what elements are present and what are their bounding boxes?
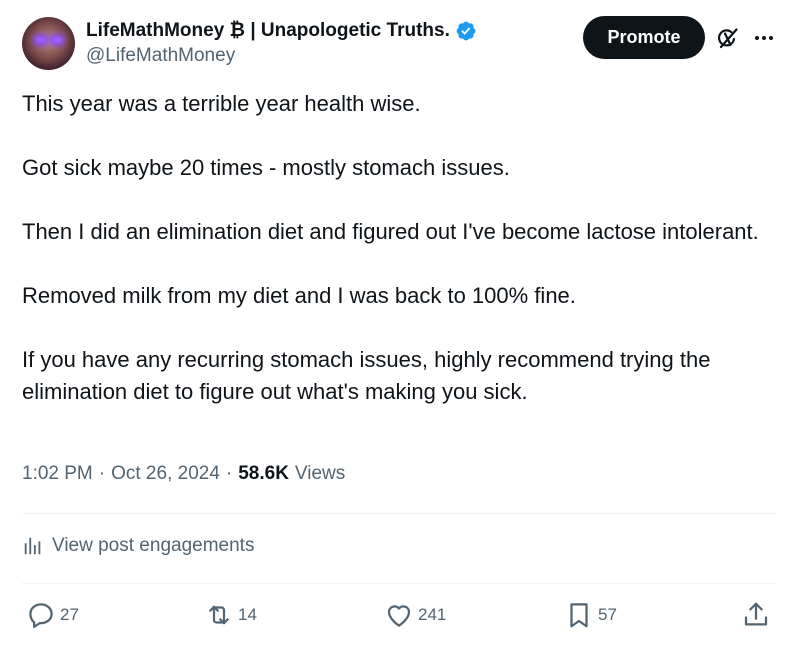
tweet-paragraph: If you have any recurring stomach issues… [22, 347, 711, 404]
views-label: Views [294, 463, 346, 484]
author-display-name[interactable]: LifeMathMoney ₿ | Unapologetic Truths. [86, 20, 450, 42]
divider [22, 513, 776, 514]
view-engagements-label: View post engagements [52, 535, 255, 556]
analytics-icon [24, 537, 41, 555]
bookmark-button[interactable]: 57 [564, 600, 617, 630]
tweet-paragraph: Got sick maybe 20 times - mostly stomach… [22, 155, 510, 180]
like-count: 241 [418, 605, 447, 624]
verified-badge-icon [456, 21, 476, 41]
tweet-paragraph: Removed milk from my diet and I was back… [22, 283, 576, 308]
promote-button[interactable]: Promote [583, 16, 705, 59]
avatar-eye [52, 37, 62, 43]
repost-count: 14 [238, 605, 257, 624]
reply-count: 27 [60, 605, 79, 624]
meta-separator: · [98, 463, 106, 484]
author-handle[interactable]: @LifeMathMoney [86, 45, 235, 67]
tweet-paragraph: This year was a terrible year health wis… [22, 91, 421, 116]
tweet-text: This year was a terrible year health wis… [22, 88, 782, 408]
tweet-time[interactable]: 1:02 PM [22, 463, 93, 485]
like-button[interactable]: 241 [384, 600, 446, 630]
repost-icon [209, 605, 229, 625]
grok-icon[interactable] [716, 26, 740, 50]
repost-button[interactable]: 14 [204, 600, 257, 630]
meta-separator: · [225, 463, 233, 484]
more-icon[interactable] [752, 26, 776, 50]
reply-icon [29, 603, 53, 628]
divider [22, 583, 776, 584]
avatar-eye [36, 37, 46, 43]
tweet-meta: 1:02 PM · Oct 26, 2024 · 58.6K Views [22, 463, 345, 485]
author-avatar[interactable] [22, 17, 75, 70]
tweet-paragraph: Then I did an elimination diet and figur… [22, 219, 759, 244]
bookmark-icon [570, 603, 588, 628]
reply-button[interactable]: 27 [26, 600, 79, 630]
author-name-row[interactable]: LifeMathMoney ₿ | Unapologetic Truths. [86, 19, 477, 43]
tweet-date[interactable]: Oct 26, 2024 [111, 463, 220, 485]
share-icon [744, 602, 768, 626]
bookmark-count: 57 [598, 605, 617, 624]
heart-icon [387, 605, 411, 627]
share-button[interactable] [741, 600, 775, 630]
view-engagements-link[interactable]: View post engagements [22, 535, 254, 557]
views-count: 58.6K [238, 463, 289, 484]
